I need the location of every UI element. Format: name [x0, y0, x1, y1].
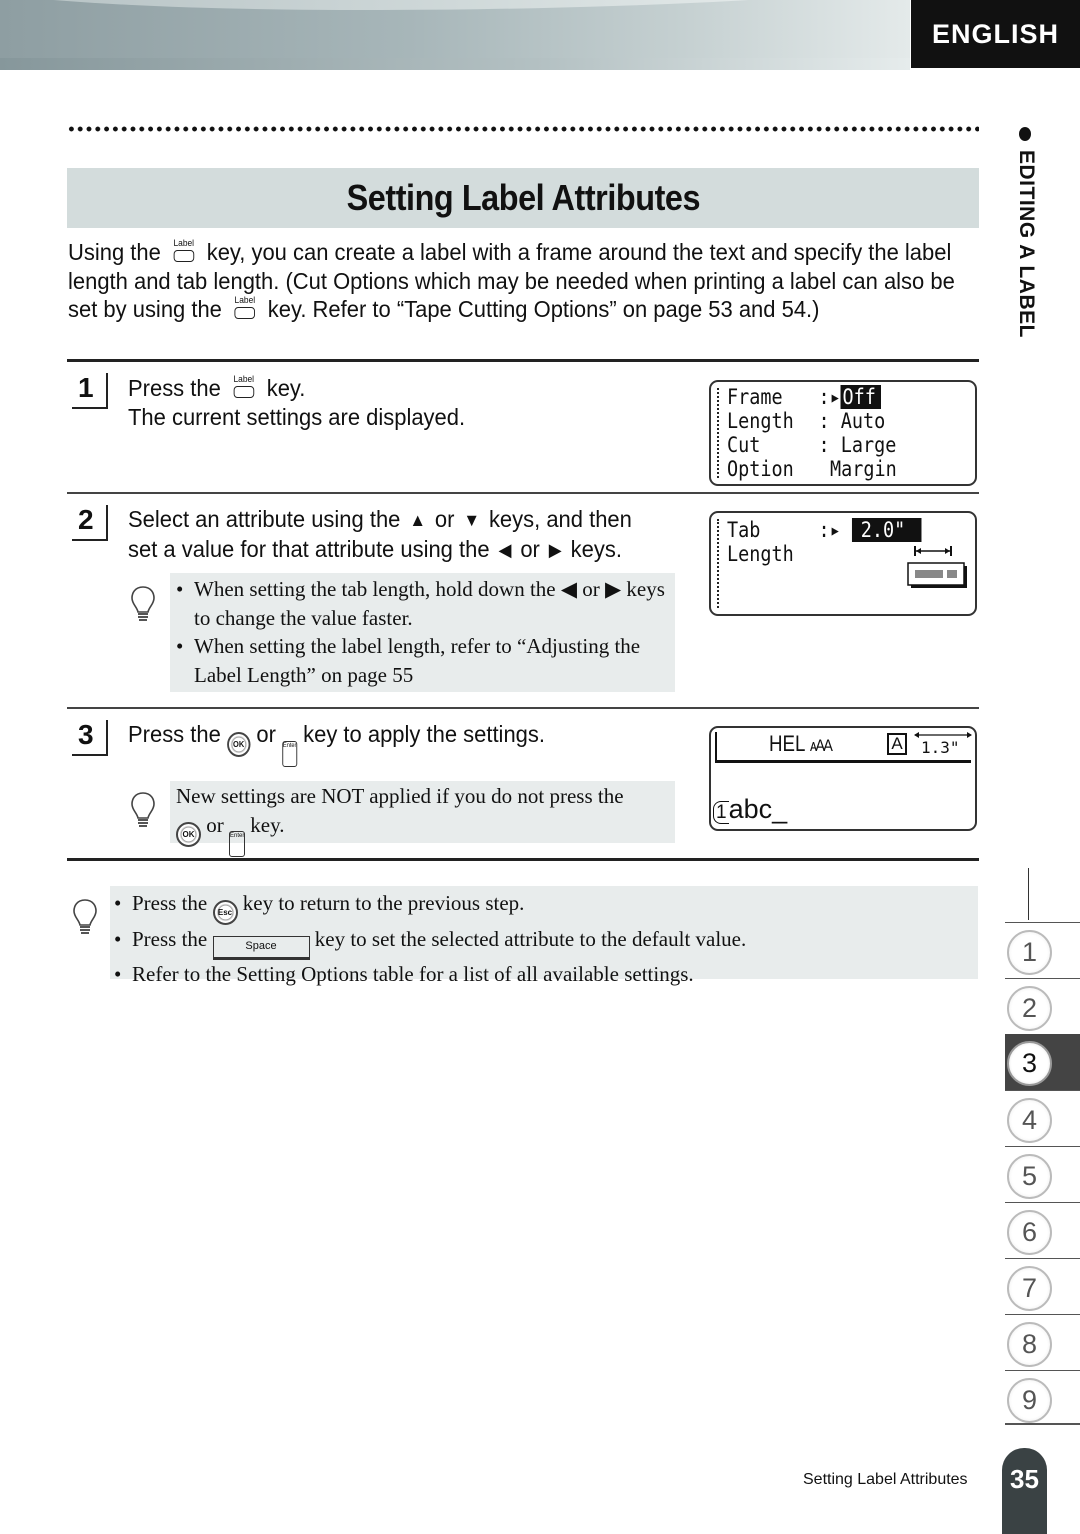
lcd-text-line: 1abc_ [713, 794, 787, 825]
section-rule [67, 858, 979, 861]
chapter-tab-6[interactable]: 6 [1005, 1202, 1080, 1258]
chapter-nav-end [1005, 1423, 1080, 1425]
page-number: 35 [1002, 1448, 1047, 1534]
title-bar: Setting Label Attributes [67, 168, 979, 228]
lightbulb-hint-icon [131, 586, 155, 621]
lcd-status-text: HEL ᴀAA [769, 731, 833, 756]
tab-length-diagram-icon [907, 546, 967, 588]
chapter-number: 4 [1007, 1098, 1052, 1143]
chapter-number: 7 [1007, 1266, 1052, 1311]
lcd-row-tab: Tab:▸ 2.0" [727, 518, 922, 542]
scroll-indicator [717, 388, 719, 478]
chapter-tab-7[interactable]: 7 [1005, 1258, 1080, 1314]
hint-item: Press the Esc key to return to the previ… [110, 889, 974, 925]
step-1-text: Press the Label key. The current setting… [128, 374, 466, 430]
chapter-tab-5[interactable]: 5 [1005, 1146, 1080, 1202]
label-key-icon: Label [232, 295, 258, 321]
enter-key-icon: Enter [229, 830, 245, 857]
label-length-value: 1.3" [921, 738, 960, 757]
lcd-screen-tab-length: Tab:▸ 2.0" Length [709, 511, 977, 616]
intro-paragraph: Using the Label key, you can create a la… [68, 238, 981, 324]
left-arrow-icon: ◀ [498, 539, 512, 560]
dotted-divider [67, 124, 979, 134]
hint-item: When setting the label length, refer to … [172, 632, 671, 689]
lcd-screen-editing: HEL ᴀAA A 1.3" 1abc_ [709, 726, 977, 831]
lcd-screen-settings: Frame:▸Off Length: Auto Cut: Large Optio… [709, 380, 977, 486]
label-key-icon: Label [231, 374, 257, 400]
frame-left-edge [715, 732, 717, 760]
text-size-icon: ᴀAA [809, 736, 833, 755]
enter-key-icon: Enter [282, 741, 298, 767]
chapter-tab-2[interactable]: 2 [1005, 978, 1080, 1034]
page-title: Setting Label Attributes [346, 177, 700, 218]
hint-item: Refer to the Setting Options table for a… [110, 960, 974, 989]
step-3-text: Press the OK or Enter key to apply the s… [128, 720, 545, 767]
hint-item: Press the Space key to set the selected … [110, 925, 974, 960]
lightbulb-hint-icon [73, 899, 97, 934]
space-key-icon: Space [212, 936, 310, 960]
running-footer-title: Setting Label Attributes [803, 1471, 968, 1488]
header-banner [0, 0, 910, 70]
label-key-icon: Label [171, 238, 197, 264]
status-underline [715, 760, 971, 763]
section-title: EDITING A LABEL [1015, 150, 1038, 338]
down-arrow-icon: ▼ [463, 510, 481, 530]
line-number-icon: 1 [713, 801, 729, 824]
hint-item: When setting the tab length, hold down t… [172, 575, 671, 632]
right-arrow-icon: ▶ [548, 539, 562, 560]
step-rule [67, 707, 979, 709]
lcd-row-length: Length: Auto [727, 409, 886, 433]
intro-text-1: Using the [68, 239, 161, 265]
chapter-number: 3 [1007, 1041, 1052, 1086]
step-number: 1 [72, 373, 108, 409]
chapter-tab-4[interactable]: 4 [1005, 1090, 1080, 1146]
banner-sweep [0, 0, 910, 10]
ok-key-icon: OK [176, 821, 201, 847]
step-2-text: Select an attribute using the ▲ or ▼ key… [128, 505, 632, 564]
intro-text-3: key. Refer to “Tape Cutting Options” on … [267, 296, 820, 322]
section-rule [67, 359, 979, 362]
chapter-number: 1 [1007, 930, 1052, 975]
text-style-icon: A [887, 733, 907, 755]
lcd-row-cut: Cut: Large [727, 433, 897, 457]
chapter-number: 6 [1007, 1210, 1052, 1255]
up-arrow-icon: ▲ [409, 510, 426, 530]
hint-box-step-2: When setting the tab length, hold down t… [170, 573, 675, 692]
chapter-tab-1[interactable]: 1 [1005, 922, 1080, 978]
chapter-tab-8[interactable]: 8 [1005, 1314, 1080, 1370]
lightbulb-hint-icon [131, 792, 155, 827]
banner-band [0, 58, 910, 70]
chapter-number: 5 [1007, 1154, 1052, 1199]
esc-key-icon: Esc [212, 900, 238, 925]
section-bullet-icon [1019, 127, 1031, 141]
chapter-number: 8 [1007, 1322, 1052, 1367]
chapter-tab-3[interactable]: 3 [1005, 1034, 1080, 1090]
hint-box-general: Press the Esc key to return to the previ… [110, 886, 978, 988]
ok-key-icon: OK [226, 732, 251, 757]
hint-box-step-3: New settings are NOT applied if you do n… [170, 781, 675, 857]
hint-text: New settings are NOT applied if you do n… [176, 784, 624, 808]
chapter-number: 9 [1007, 1378, 1052, 1423]
lcd-row-length: Length [727, 542, 794, 566]
lcd-row-frame: Frame:▸Off [727, 385, 882, 409]
scroll-indicator [717, 519, 719, 608]
language-tab: ENGLISH [911, 0, 1080, 68]
lcd-row-option: Option Margin [727, 457, 897, 481]
chapter-connector [1028, 868, 1029, 920]
chapter-number: 2 [1007, 986, 1052, 1031]
step-number: 2 [72, 505, 108, 541]
step-1-result: The current settings are displayed. [128, 403, 466, 430]
chapter-tab-9[interactable]: 9 [1005, 1370, 1080, 1426]
step-rule [67, 492, 979, 494]
step-number: 3 [72, 720, 108, 756]
